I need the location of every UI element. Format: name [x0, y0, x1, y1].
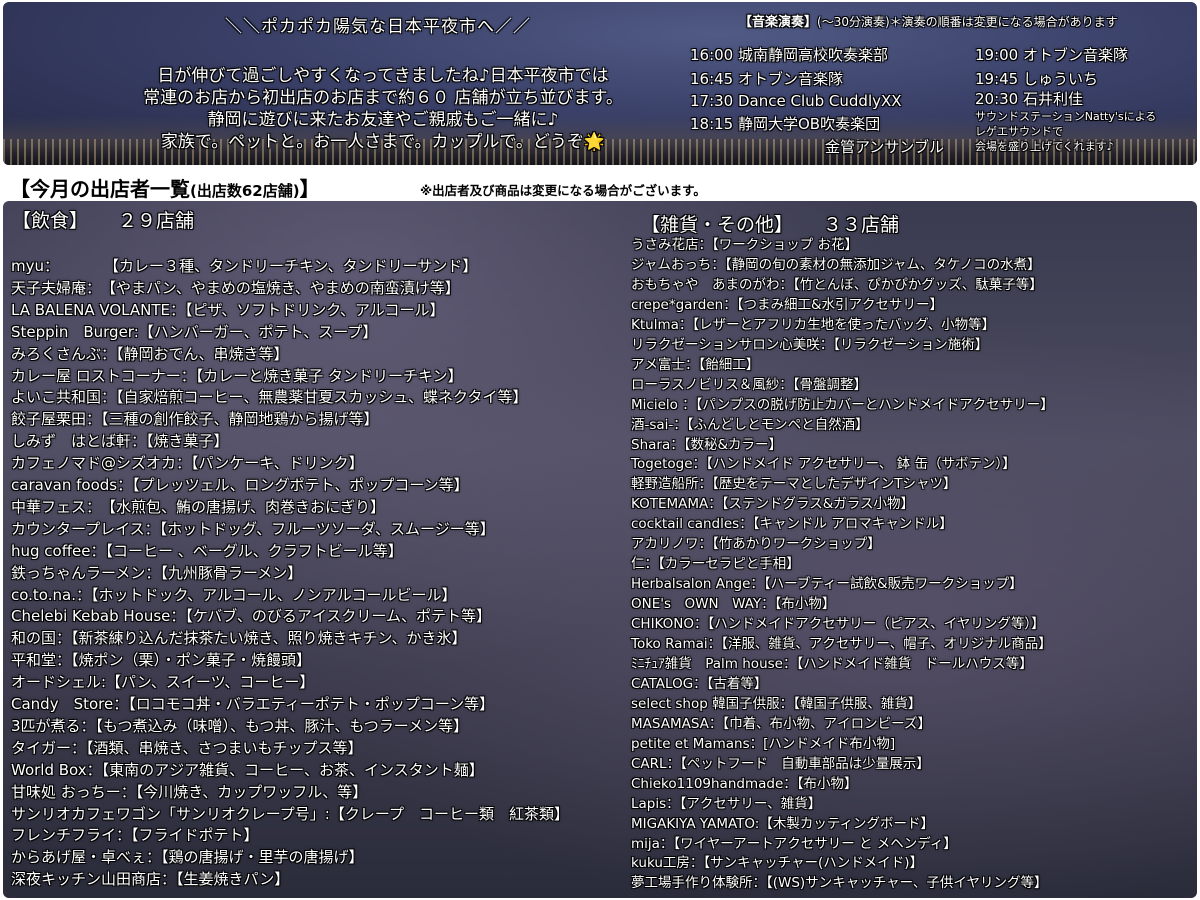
- vendor-row: オードシェル:【パン、スイーツ、コーヒー】: [11, 673, 315, 692]
- vendor-row: Chieko1109handmade：【布小物】: [631, 775, 858, 792]
- sound-note: サウンドステーションNatty'sによる レゲエサウンドで 会場を盛り上げてくれ…: [975, 110, 1157, 153]
- vendor-row: Togetoge：【ハンドメイド アクセサリー、 鉢 缶（サボテン）】: [631, 456, 1016, 473]
- vendor-row: アメ富士：【飴細工】: [631, 356, 760, 373]
- vendor-row: Lapis：【アクセサリー、雑貨】: [631, 795, 822, 812]
- performance-item: 金管アンサンブル: [825, 138, 944, 156]
- music-intro-panel: ＼＼ポカポカ陽気な日本平夜市へ／／ 日が伸びて過ごしやすくなってきましたね♪日本…: [3, 2, 1197, 165]
- vendor-row: 餃子屋栗田：【三種の創作餃子、静岡地鶏から揚げ等】: [11, 410, 379, 429]
- performance-item: 20:30 石井利佳: [975, 90, 1083, 108]
- vendor-row: Herbalsalon Ange：【ハーブティー試飲&販売ワークショップ】: [631, 576, 1023, 593]
- vendor-row: myu： 【カレー３種、タンドリーチキン、タンドリーサンド】: [11, 257, 478, 275]
- event-banner: ＼＼ポカポカ陽気な日本平夜市へ／／: [225, 17, 531, 37]
- performance-item: 16:45 オトブン音楽隊: [690, 70, 843, 88]
- performance-item: 18:15 静岡大学OB吹奏楽団: [690, 115, 881, 133]
- vendor-row: petite et Mamans：[ハンドメイド布小物]: [631, 735, 896, 752]
- vendor-row: カレー屋 ロストコーナー：【カレーと焼き菓子 タンドリーチキン】: [11, 366, 463, 385]
- vendor-row: LA BALENA VOLANTE：【ピザ、ソフトドリンク、アルコール】: [11, 300, 445, 319]
- music-schedule-title: 【音楽演奏】(〜30分演奏)＊演奏の順番は変更になる場合があります: [739, 15, 1118, 30]
- performance-item: 16:00 城南静岡高校吹奏楽部: [690, 46, 888, 64]
- goods-category-heading: 【雑貨・その他】 ３３店舗: [641, 214, 900, 236]
- vendor-row: おもちゃや あまのがわ：【竹とんぼ、ぴかぴかグッズ、駄菓子等】: [631, 276, 1043, 293]
- vendor-row: CHIKONO：【ハンドメイドアクセサリー（ピアス、イヤリング等）】: [631, 616, 1045, 633]
- vendor-row: よいこ共和国：【自家焙煎コーヒー、無農薬甘夏スカッシュ、蝶ネクタイ等】: [11, 388, 528, 407]
- intro-line: 常連のお店から初出店のお店まで約６０ 店舗が立ち並びます。: [143, 88, 623, 108]
- vendor-row: 仁：【カラーセラピと手相】: [631, 556, 800, 573]
- vendor-row: mija：【ワイヤーアートアクセサリー と メヘンディ】: [631, 835, 957, 852]
- vendor-row: タイガー：【酒類、串焼き、さつまいもチップス等】: [11, 738, 363, 757]
- vendor-row: サンリオカフェワゴン「サンリオクレープ号」:【クレープ コーヒー類 紅茶類】: [11, 804, 569, 823]
- vendor-row: Micielo ：【パンプスの脱げ防止カバーとハンドメイドアクセサリー】: [631, 396, 1054, 413]
- vendor-row: MASAMASA：【巾着、布小物、アイロンビーズ】: [631, 715, 931, 732]
- vendor-row: みろくさんぶ：【静岡おでん、串焼き等】: [11, 344, 289, 363]
- performance-item: 19:00 オトブン音楽隊: [975, 46, 1128, 64]
- vendor-row: カウンタープレイス：【ホットドッグ、フルーツソーダ、スムージー等】: [11, 519, 495, 538]
- food-category-heading: 【飲食】 ２９店舗: [12, 210, 195, 232]
- vendor-list-note: ※出店者及び商品は変更になる場合がございます。: [420, 183, 706, 198]
- vendor-row: 天子夫婦庵： 【やまパン、やまめの塩焼き、やまめの南蛮漬け等】: [11, 278, 460, 297]
- vendor-row: 酒-sai-：【ふんどしとモンペと自然酒】: [631, 416, 869, 433]
- vendor-row: ﾐﾆﾁｭｱ雑貨 Palm house：【ハンドメイド雑貨 ドールハウス等】: [631, 655, 1033, 672]
- vendor-row: CARL：【ペットフード 自動車部品は少量展示】: [631, 755, 930, 772]
- vendor-row: Steppin Burger:【ハンバーガー、ポテト、スープ】: [11, 322, 378, 341]
- vendor-row: crepe*garden：【つまみ細工&水引アクセサリー】: [631, 296, 943, 313]
- intro-line: 家族で。ペットと。お一人さまで。カップルで。どうぞ🌟: [160, 132, 606, 152]
- vendor-list-title: 【今月の出店者一覧(出店数62店舗)】: [10, 177, 320, 201]
- star-icon: 🌟: [583, 132, 606, 152]
- vendor-row: アカリノワ：【竹あかりワークショップ】: [631, 536, 881, 553]
- vendor-row: Shara：【数秘&カラー】: [631, 436, 782, 453]
- vendor-row: 3匹が煮る：【もつ煮込み（味噌）、もつ丼、豚汁、もつラーメン等】: [11, 716, 469, 735]
- vendor-row: kuku工房：【サンキャッチャー(ハンドメイド)】: [631, 855, 924, 872]
- vendor-row: 深夜キッチン山田商店：【生姜焼きパン】: [11, 870, 290, 889]
- vendor-row: co.to.na.：【ホットドック、アルコール、ノンアルコールビール】: [11, 585, 457, 604]
- intro-text: 日が伸びて過ごしやすくなってきましたね♪日本平夜市では 常連のお店から初出店のお…: [103, 65, 663, 153]
- vendor-row: World Box：【東南のアジア雑貨、コーヒー、お茶、インスタント麺】: [11, 760, 484, 779]
- vendor-row: caravan foods：【プレッツェル、ロングポテト、ポップコーン等】: [11, 476, 469, 494]
- intro-line: 静岡に遊びに来たお友達やご親戚もご一緒に♪: [207, 110, 559, 130]
- vendor-row: しみず はとば軒：【焼き菓子】: [11, 432, 229, 451]
- vendor-row: cocktail candles：【キャンドル アロマキャンドル】: [631, 516, 953, 533]
- vendor-row: 甘味処 おっちー：【今川焼き、カップワッフル、等】: [11, 782, 368, 801]
- vendor-row: Candy Store：【ロコモコ丼・バラエティーポテト・ポップコーン等】: [11, 695, 495, 713]
- performance-item: 17:30 Dance Club CuddlyXX: [690, 92, 902, 110]
- intro-line: 日が伸びて過ごしやすくなってきましたね♪日本平夜市では: [157, 66, 609, 86]
- vendor-row: Toko Ramai：【洋服、雑貨、アクセサリー、帽子、オリジナル商品】: [631, 636, 1052, 652]
- vendor-row: リラクゼーションサロン心美咲：【リラクゼーション施術】: [631, 336, 989, 353]
- vendor-row: hug coffee：【コーヒー 、ベーグル、クラフトビール等】: [11, 541, 403, 560]
- vendor-row: フレンチフライ：【フライドポテト】: [11, 826, 259, 845]
- vendor-row: Ktulma：【レザーとアフリカ生地を使ったバッグ、小物等】: [631, 316, 996, 333]
- vendor-row: 中華フェス： 【水煎包、鮪の唐揚げ、肉巻きおにぎり】: [11, 497, 385, 516]
- vendor-row: 平和堂：【焼ポン（栗）・ポン菓子・焼饅頭】: [11, 651, 312, 670]
- vendor-row: カフェノマド@シズオカ：【パンケーキ、ドリンク】: [11, 454, 364, 473]
- vendor-row: CATALOG：【古着等】: [631, 675, 768, 692]
- vendor-row: 夢工場手作り体験所：【(WS)サンキャッチャー、子供イヤリング等】: [631, 875, 1048, 892]
- vendor-row: からあげ屋・卓べぇ：【鶏の唐揚げ・里芋の唐揚げ】: [11, 848, 364, 867]
- vendor-row: 軽野造船所：【歴史をテーマとしたデザインTシャツ】: [631, 476, 957, 493]
- vendor-row: 和の国：【新茶練り込んだ抹茶たい焼き、照り焼きキチン、かき氷】: [11, 629, 467, 648]
- vendor-row: MIGAKIYA YAMATO:【木製カッティングボード】: [631, 815, 935, 832]
- vendor-list-panel: 【飲食】 ２９店舗 myu： 【カレー３種、タンドリーチキン、タンドリーサンド】天…: [3, 201, 1197, 898]
- vendor-row: ジャムおっち：【静岡の旬の素材の無添加ジャム、タケノコの水煮】: [631, 256, 1041, 273]
- vendor-row: select shop 韓国子供服：【韓国子供服、雑貨】: [631, 695, 922, 712]
- vendor-row: KOTEMAMA：【ステンドグラス&ガラス小物】: [631, 496, 915, 513]
- performance-item: 19:45 しゅういち: [975, 70, 1098, 88]
- vendor-row: うさみ花店：【ワークショップ お花】: [631, 237, 859, 253]
- vendor-row: ローラスノビリス＆風紗：【骨盤調整】: [631, 376, 867, 393]
- vendor-row: Chelebi Kebab House：【ケバブ、のびるアイスクリーム、ポテト等…: [11, 607, 491, 626]
- vendor-row: ONE's OWN WAY：【布小物】: [631, 596, 836, 613]
- vendor-row: 鉄っちゃんラーメン：【九州豚骨ラーメン】: [11, 563, 303, 582]
